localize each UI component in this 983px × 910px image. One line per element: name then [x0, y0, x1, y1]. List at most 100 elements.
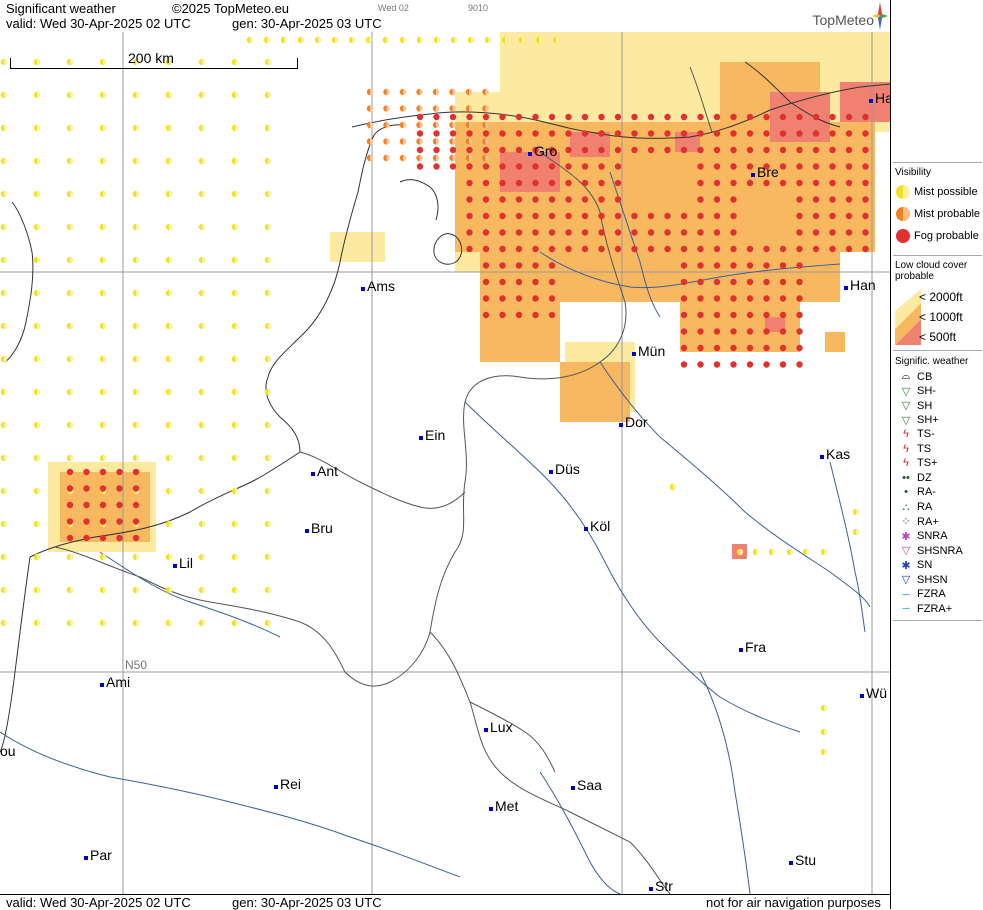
fog-marker — [482, 295, 490, 302]
mist-probable-marker — [465, 88, 473, 96]
low-cloud-500 — [675, 132, 700, 152]
fog-marker — [845, 146, 853, 154]
legend-sigwx-item: ϟ TS+ — [895, 457, 937, 469]
mist-possible-marker — [165, 388, 173, 396]
mist-possible-marker — [33, 553, 41, 561]
mist-probable-marker — [449, 121, 456, 129]
city-marker — [739, 648, 743, 652]
mist-possible-marker — [484, 36, 492, 44]
fog-marker — [598, 229, 605, 236]
mist-possible-marker — [246, 36, 254, 44]
fog-marker — [796, 295, 803, 302]
mist-possible-marker — [0, 619, 8, 627]
legend-sigwx-item: ▽ SHSNRA — [895, 544, 963, 558]
mist-probable-marker — [399, 154, 407, 162]
fog-marker — [713, 328, 721, 335]
city-label: Stu — [789, 852, 816, 868]
mist-possible-marker — [0, 355, 8, 363]
fog-marker — [763, 113, 770, 121]
fog-marker — [862, 212, 869, 220]
fog-marker — [664, 245, 671, 253]
fog-marker — [680, 146, 688, 154]
mist-probable-marker — [482, 121, 489, 129]
legend-sigwx-item: ⁘ RA+ — [895, 515, 938, 529]
mist-possible-marker — [280, 36, 288, 44]
mist-possible-marker — [535, 36, 543, 44]
header: Significant weather ©2025 TopMeteo.eu We… — [0, 0, 890, 32]
mist-possible-marker — [852, 528, 860, 536]
fog-marker — [829, 163, 836, 170]
mist-possible-marker — [314, 36, 322, 44]
fog-marker — [829, 113, 836, 121]
fog-marker — [862, 130, 869, 137]
fog-marker — [697, 328, 704, 335]
city-marker — [274, 785, 278, 789]
mist-possible-marker — [33, 157, 41, 165]
fog-marker — [66, 468, 74, 476]
mist-possible-marker — [33, 322, 41, 330]
mist-probable-marker — [449, 138, 456, 145]
fog-marker — [482, 262, 490, 269]
mist-possible-marker — [165, 91, 173, 99]
mist-possible-marker — [331, 36, 339, 44]
sigwx-symbol-icon: ∽ — [901, 588, 911, 601]
mist-possible-marker — [66, 421, 74, 429]
city-label: Düs — [549, 461, 580, 477]
fog-marker — [746, 245, 754, 253]
fog-marker — [466, 196, 473, 203]
mist-possible-marker — [820, 728, 828, 736]
city-label: Met — [489, 798, 518, 814]
mist-possible-marker — [99, 190, 107, 198]
mist-possible-marker — [382, 36, 390, 44]
fog-marker — [697, 196, 704, 203]
low-cloud-1000 — [480, 242, 560, 362]
city-marker — [528, 152, 532, 156]
fog-marker — [796, 212, 803, 220]
mist-possible-marker — [0, 256, 8, 264]
mist-possible-marker — [99, 388, 107, 396]
sigwx-symbol-icon: ▽ — [901, 400, 911, 412]
mist-possible-marker — [399, 36, 407, 44]
low-cloud-2000 — [330, 232, 385, 262]
mist-possible-marker — [264, 124, 272, 132]
mist-possible-marker — [264, 454, 272, 462]
fog-marker — [466, 163, 473, 170]
mist-possible-marker — [99, 157, 107, 165]
mist-possible-marker — [231, 454, 239, 462]
fog-marker — [132, 534, 140, 542]
fog-marker — [829, 229, 836, 236]
mist-possible-marker — [198, 256, 206, 264]
fog-marker — [614, 163, 622, 170]
fog-marker — [515, 179, 523, 187]
mist-probable-marker — [449, 88, 456, 96]
city-marker — [173, 564, 177, 568]
fog-marker — [532, 130, 539, 137]
mist-possible-marker — [0, 520, 8, 528]
mist-possible-marker — [165, 322, 173, 330]
mist-possible-marker — [198, 454, 206, 462]
fog-marker — [548, 229, 556, 236]
sigwx-symbol-icon: ▽ — [901, 574, 911, 586]
fog-marker — [664, 113, 671, 121]
mist-probable-marker — [449, 154, 456, 162]
mist-possible-marker — [165, 421, 173, 429]
fog-marker — [796, 146, 803, 154]
fog-marker — [713, 113, 721, 121]
mist-possible-marker — [132, 355, 140, 363]
city-marker — [489, 807, 493, 811]
legend-panel: Visibility Mist possible Mist probable F… — [890, 0, 983, 909]
fog-marker — [680, 113, 688, 121]
fog-marker — [779, 311, 787, 319]
fog-marker — [779, 262, 787, 269]
mist-probable-marker — [416, 105, 423, 112]
fog-icon — [896, 229, 910, 243]
fog-marker — [581, 212, 589, 220]
fog-marker — [499, 212, 506, 220]
fog-marker — [515, 229, 523, 236]
fog-marker — [697, 130, 704, 137]
mist-possible-marker — [132, 454, 140, 462]
fog-marker — [565, 212, 572, 220]
fog-marker — [829, 196, 836, 203]
fog-marker — [449, 163, 457, 170]
mist-possible-marker — [66, 355, 74, 363]
